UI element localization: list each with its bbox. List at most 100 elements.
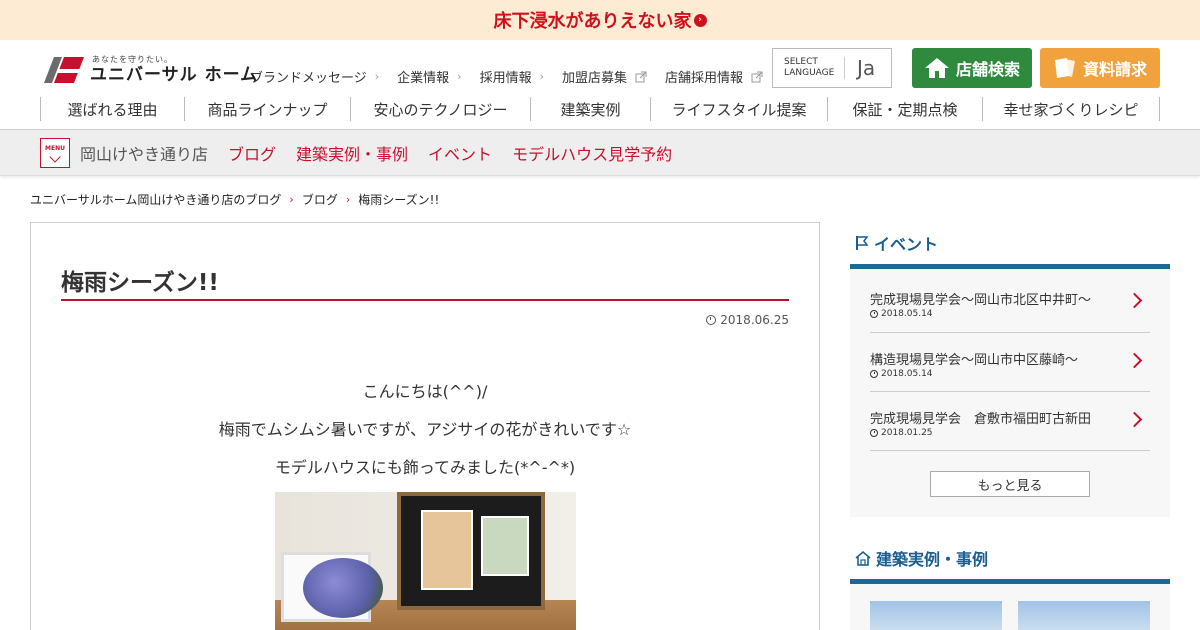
sub-link-cases[interactable]: 建築実例・事例 — [296, 141, 408, 165]
logo-mark-icon — [40, 53, 84, 85]
nav-item-label: ライフスタイル提案 — [671, 100, 807, 119]
breadcrumb-current: 梅雨シーズン!! — [358, 193, 440, 207]
hydrangea-photo — [275, 492, 576, 630]
store-search-label: 店舗検索 — [955, 60, 1020, 79]
article-paragraph: こんにちは(^^)/ — [362, 382, 488, 401]
house-outline-icon — [855, 550, 871, 566]
article-paragraph: 梅雨でムシムシ暑いですが、アジサイの花がきれいです☆ — [218, 420, 632, 439]
event-date-text: 2018.05.14 — [881, 309, 933, 319]
logo-tagline: あなたを守りたい。 — [92, 55, 173, 64]
event-item[interactable]: 完成現場見学会～岡山市北区中井町～ 2018.05.14 — [870, 269, 1150, 333]
breadcrumb-store-blog[interactable]: ユニバーサルホーム岡山けやき通り店のブログ — [30, 191, 281, 208]
blog-article: 梅雨シーズン!! 2018.06.25 こんにちは(^^)/ 梅雨でムシムシ暑い… — [30, 222, 820, 630]
menu-toggle-button[interactable]: MENU — [40, 137, 70, 168]
chevron-right-icon — [1126, 411, 1143, 428]
request-docs-button[interactable]: 資料請求 — [1040, 48, 1160, 88]
events-heading-text: イベント — [874, 235, 939, 254]
util-item-label: 採用情報 — [479, 71, 532, 86]
util-item-label: 店舗採用情報 — [665, 71, 744, 86]
store-search-button[interactable]: 店舗検索 — [912, 48, 1032, 88]
util-item-recruit[interactable]: 採用情報 › — [480, 67, 544, 86]
title-divider — [61, 299, 789, 301]
promo-text: 床下浸水がありえない家 — [493, 11, 692, 32]
chevron-right-icon — [1126, 352, 1143, 369]
more-events-button[interactable]: もっと見る — [930, 471, 1090, 497]
language-value: Ja — [857, 56, 876, 80]
chevron-right-icon: › — [345, 193, 351, 206]
document-icon — [1054, 58, 1075, 78]
store-sub-header: MENU 岡山けやき通り店 ブログ 建築実例・事例 イベント モデルハウス見学予… — [0, 130, 1200, 176]
nav-item-recipe[interactable]: 幸せ家づくりレシピ — [982, 97, 1160, 121]
external-link-icon — [635, 71, 647, 82]
chevron-right-icon: › — [539, 70, 544, 83]
event-date: 2018.01.25 — [870, 428, 933, 438]
external-link-icon — [751, 71, 763, 82]
store-name[interactable]: 岡山けやき通り店 — [80, 141, 208, 165]
language-select[interactable]: SELECT LANGUAGE Ja — [772, 48, 892, 88]
nav-item-label: 保証・定期点検 — [852, 100, 958, 119]
nav-item-cases[interactable]: 建築実例 — [530, 97, 650, 121]
cases-heading: 建築実例・事例 — [850, 537, 1170, 579]
breadcrumb: ユニバーサルホーム岡山けやき通り店のブログ › ブログ › 梅雨シーズン!! — [30, 191, 439, 208]
clock-icon — [706, 315, 717, 325]
chevron-right-icon: › — [457, 70, 462, 83]
nav-item-lineup[interactable]: 商品ラインナップ — [184, 97, 350, 121]
house-icon — [924, 58, 949, 78]
util-item-label: ブランドメッセージ — [250, 71, 367, 86]
chevron-right-icon: › — [289, 193, 294, 206]
util-item-brand[interactable]: ブランドメッセージ › — [250, 67, 379, 86]
util-item-company[interactable]: 企業情報 › — [397, 67, 461, 86]
breadcrumb-blog[interactable]: ブログ — [302, 191, 338, 208]
event-date-text: 2018.01.25 — [881, 428, 933, 438]
nav-item-reasons[interactable]: 選ばれる理由 — [40, 97, 184, 121]
chevron-down-icon — [49, 150, 61, 163]
event-date: 2018.05.14 — [870, 369, 933, 379]
article-date-text: 2018.06.25 — [720, 313, 789, 327]
sidebar: イベント 完成現場見学会～岡山市北区中井町～ 2018.05.14 構造現場見学… — [850, 222, 1170, 630]
utility-nav: ブランドメッセージ › 企業情報 › 採用情報 › 加盟店募集 店舗採用情報 — [250, 67, 781, 86]
event-title: 構造現場見学会～岡山市中区藤崎～ — [870, 353, 1079, 368]
nav-item-label: 選ばれる理由 — [67, 100, 158, 119]
clock-icon — [870, 370, 878, 378]
event-item[interactable]: 完成現場見学会 倉敷市福田町古新田 2018.01.25 — [870, 392, 1150, 451]
sub-link-model-house[interactable]: モデルハウス見学予約 — [512, 141, 672, 165]
logo-name: ユニバーサル ホーム — [90, 65, 259, 85]
event-item[interactable]: 構造現場見学会～岡山市中区藤崎～ 2018.05.14 — [870, 333, 1150, 392]
event-date: 2018.05.14 — [870, 309, 933, 319]
article-date: 2018.06.25 — [706, 313, 789, 327]
event-title: 完成現場見学会～岡山市北区中井町～ — [870, 293, 1092, 308]
nav-item-label: 建築実例 — [560, 100, 621, 119]
clock-icon — [870, 429, 878, 437]
sub-link-blog[interactable]: ブログ — [228, 141, 276, 165]
event-title: 完成現場見学会 倉敷市福田町古新田 — [870, 412, 1092, 427]
chevron-right-icon — [1126, 292, 1143, 309]
article-title: 梅雨シーズン!! — [61, 270, 219, 296]
cases-heading-text: 建築実例・事例 — [876, 550, 989, 569]
nav-item-label: 商品ラインナップ — [207, 100, 328, 119]
util-item-franchise[interactable]: 加盟店募集 — [562, 67, 647, 86]
events-heading: イベント — [850, 222, 1170, 264]
promo-link[interactable]: 床下浸水がありえない家 › — [494, 7, 707, 33]
nav-item-label: 安心のテクノロジー — [373, 100, 508, 119]
nav-item-lifestyle[interactable]: ライフスタイル提案 — [650, 97, 827, 121]
chevron-right-icon: › — [374, 70, 380, 83]
promo-banner: 床下浸水がありえない家 › — [0, 0, 1200, 40]
nav-item-technology[interactable]: 安心のテクノロジー — [350, 97, 530, 121]
sub-link-events[interactable]: イベント — [428, 141, 492, 165]
case-thumbnail[interactable] — [870, 601, 1002, 630]
request-docs-label: 資料請求 — [1082, 60, 1147, 79]
main-nav: 選ばれる理由 商品ラインナップ 安心のテクノロジー 建築実例 ライフスタイル提案… — [40, 97, 1160, 121]
site-header: あなたを守りたい。 ユニバーサル ホーム ブランドメッセージ › 企業情報 › 採用… — [0, 40, 1200, 130]
flag-icon — [856, 236, 869, 250]
case-thumbnail[interactable] — [1018, 601, 1150, 630]
language-label: SELECT LANGUAGE — [773, 57, 845, 79]
clock-icon — [870, 310, 878, 318]
nav-item-label: 幸せ家づくりレシピ — [1003, 100, 1139, 119]
util-item-store-recruit[interactable]: 店舗採用情報 — [665, 67, 763, 86]
cases-thumbnails — [850, 584, 1170, 630]
nav-item-warranty[interactable]: 保証・定期点検 — [827, 97, 982, 121]
chevron-right-icon: › — [693, 13, 707, 27]
util-item-label: 企業情報 — [397, 71, 450, 86]
util-item-label: 加盟店募集 — [562, 71, 628, 86]
logo[interactable]: あなたを守りたい。 ユニバーサル ホーム — [40, 53, 258, 85]
